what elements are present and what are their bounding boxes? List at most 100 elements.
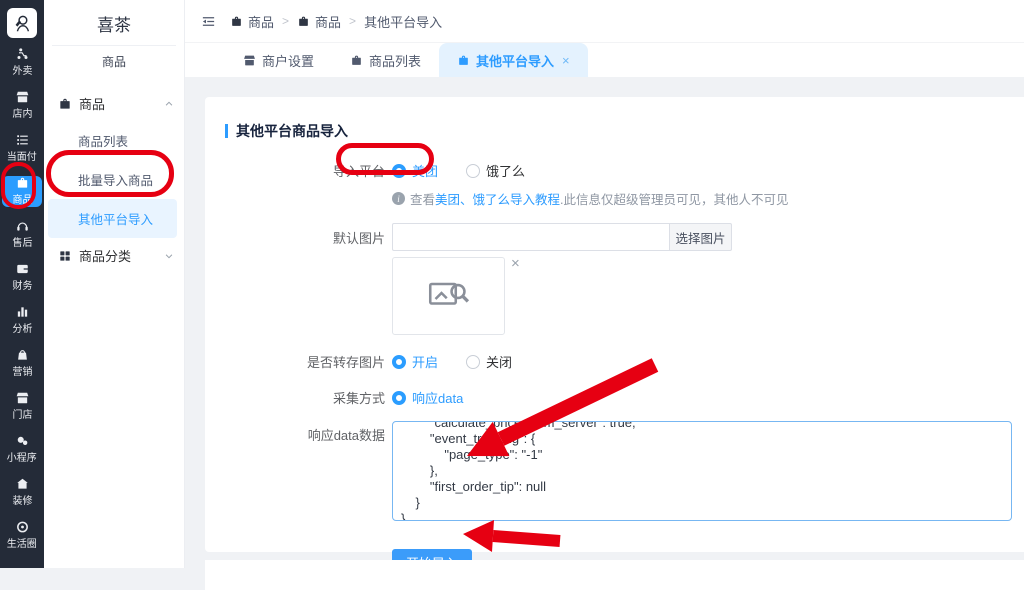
field-label: 采集方式 [225,388,385,407]
sidebar-item-label: 小程序 [7,450,37,464]
sidebar-item-decorate[interactable]: 装修 [2,477,42,508]
remove-image-icon[interactable]: × [511,257,520,271]
grid-icon [58,249,72,263]
choose-image-button[interactable]: 选择图片 [670,223,732,251]
sidebar-item-product[interactable]: 商品 [2,176,42,207]
menu-item-batch-import[interactable]: 批量导入商品 [44,160,184,199]
sidebar-item-label: 分析 [12,321,32,335]
sidebar-menu: 商品 商品列表 批量导入商品 其他平台导入 商品分类 [44,86,184,273]
bag-icon [230,15,243,28]
marketing-icon [15,348,30,362]
breadcrumb-separator: > [349,14,356,28]
app-icon-sidebar: 外卖 店内 当面付 商品 售后 财务 分析 营销 门店 小程序 装修 [0,0,44,568]
radio-transfer-on[interactable]: 开启 [392,352,438,371]
row-transfer-image: 是否转存图片 开启 关闭 [225,352,1024,371]
radio-eleme[interactable]: 饿了么 [466,161,525,180]
finance-icon [15,262,30,276]
sidebar-item-label: 门店 [12,407,32,421]
breadcrumb: 商品 > 商品 > 其他平台导入 [185,0,1024,43]
bag-icon [350,54,363,67]
sidebar-item-shop[interactable]: 门店 [2,391,42,422]
radio-selected-icon[interactable] [392,355,406,369]
bag-icon [58,97,72,111]
sidebar-item-miniprogram[interactable]: 小程序 [2,434,42,465]
response-data-textarea[interactable]: "calculate_price_from_server": true, "ev… [393,421,1011,521]
sidebar-item-analytics[interactable]: 分析 [2,305,42,336]
brand-name: 喜茶 [44,0,184,36]
tab-merchant-settings[interactable]: 商户设置 [225,43,332,77]
sidebar-item-instore[interactable]: 店内 [2,90,42,121]
logo-person-icon [11,12,33,34]
tab-bar: 商户设置 商品列表 其他平台导入 × [185,43,1024,77]
radio-selected-icon[interactable] [392,391,406,405]
bag-icon [297,15,310,28]
brand-subtitle: 商品 [44,53,184,70]
delivery-icon [15,47,30,61]
chart-icon [15,305,30,319]
field-label: 导入平台 [225,161,385,180]
import-form: 导入平台 美团 饿了么 i 查看 美团、饿了么导入教程 .此信息仅超级管理员可见… [225,161,1024,576]
sidebar-item-finance[interactable]: 财务 [2,262,42,293]
sidebar-item-facepay[interactable]: 当面付 [2,133,42,164]
bag-icon [15,176,30,190]
tab-product-list[interactable]: 商品列表 [332,43,439,77]
list-icon [15,133,30,147]
sidebar-item-label: 商品 [12,192,32,206]
sidebar-item-label: 外卖 [12,63,32,77]
sidebar-item-marketing[interactable]: 营销 [2,348,42,379]
sidebar-item-label: 店内 [12,106,32,120]
menu-group-product[interactable]: 商品 [44,86,184,121]
miniprogram-icon [15,434,30,448]
menu-group-label: 商品 [79,94,105,113]
store-icon [15,90,30,104]
menu-item-product-list[interactable]: 商品列表 [44,121,184,160]
sidebar-item-label: 财务 [12,278,32,292]
sidebar-item-life-circle[interactable]: 生活圈 [2,520,42,551]
help-text: i 查看 美团、饿了么导入教程 .此信息仅超级管理员可见，其他人不可见 [392,189,1024,208]
tab-other-platform-import[interactable]: 其他平台导入 × [439,43,588,77]
life-icon [15,520,30,534]
sidebar-item-aftersale[interactable]: 售后 [2,219,42,250]
image-preview-box[interactable] [392,257,505,335]
breadcrumb-separator: > [282,14,289,28]
page-content: 其他平台商品导入 导入平台 美团 饿了么 i 查看 [185,77,1024,568]
chevron-up-icon [164,99,174,109]
tutorial-link[interactable]: 美团、饿了么导入教程 [435,189,560,208]
breadcrumb-item[interactable]: 商品 [297,12,341,31]
menu-fold-icon[interactable] [201,14,216,29]
sidebar-item-delivery[interactable]: 外卖 [2,47,42,78]
radio-unselected-icon[interactable] [466,164,480,178]
import-form-card: 其他平台商品导入 导入平台 美团 饿了么 i 查看 [205,97,1024,552]
menu-group-label: 商品分类 [79,246,131,265]
breadcrumb-item[interactable]: 商品 [230,12,274,31]
bag-icon [457,54,470,67]
default-image-input[interactable] [392,223,670,251]
tab-close-icon[interactable]: × [562,53,570,68]
row-default-image: 默认图片 选择图片 [225,223,1024,251]
brand-logo[interactable] [7,8,37,38]
sidebar-item-label: 生活圈 [7,536,37,550]
chevron-down-icon [164,251,174,261]
radio-response-data[interactable]: 响应data [392,388,463,407]
radio-selected-icon[interactable] [392,164,406,178]
section-title: 其他平台商品导入 [225,121,1024,141]
sidebar-item-label: 装修 [12,493,32,507]
row-response-data: 响应data数据 "calculate_price_from_server": … [225,421,1024,521]
row-collect-method: 采集方式 响应data [225,388,1024,407]
sidebar-item-label: 当面付 [7,149,37,163]
radio-transfer-off[interactable]: 关闭 [466,352,512,371]
secondary-sidebar: 喜茶 商品 商品 商品列表 批量导入商品 其他平台导入 商品分类 [44,0,185,568]
title-accent-bar [225,124,228,138]
radio-meituan[interactable]: 美团 [392,161,438,180]
menu-group-category[interactable]: 商品分类 [44,238,184,273]
radio-unselected-icon[interactable] [466,355,480,369]
decorate-icon [15,477,30,491]
response-data-textarea-frame: "calculate_price_from_server": true, "ev… [392,421,1012,521]
menu-item-other-platform-import[interactable]: 其他平台导入 [48,199,177,238]
row-import-platform: 导入平台 美团 饿了么 [225,161,1024,180]
divider [52,45,176,46]
main-area: 商品 > 商品 > 其他平台导入 商户设置 商品列表 其他平台导入 × [185,0,1024,568]
image-placeholder-icon [428,279,470,313]
field-label: 默认图片 [225,228,385,247]
image-preview: × [392,257,1024,335]
